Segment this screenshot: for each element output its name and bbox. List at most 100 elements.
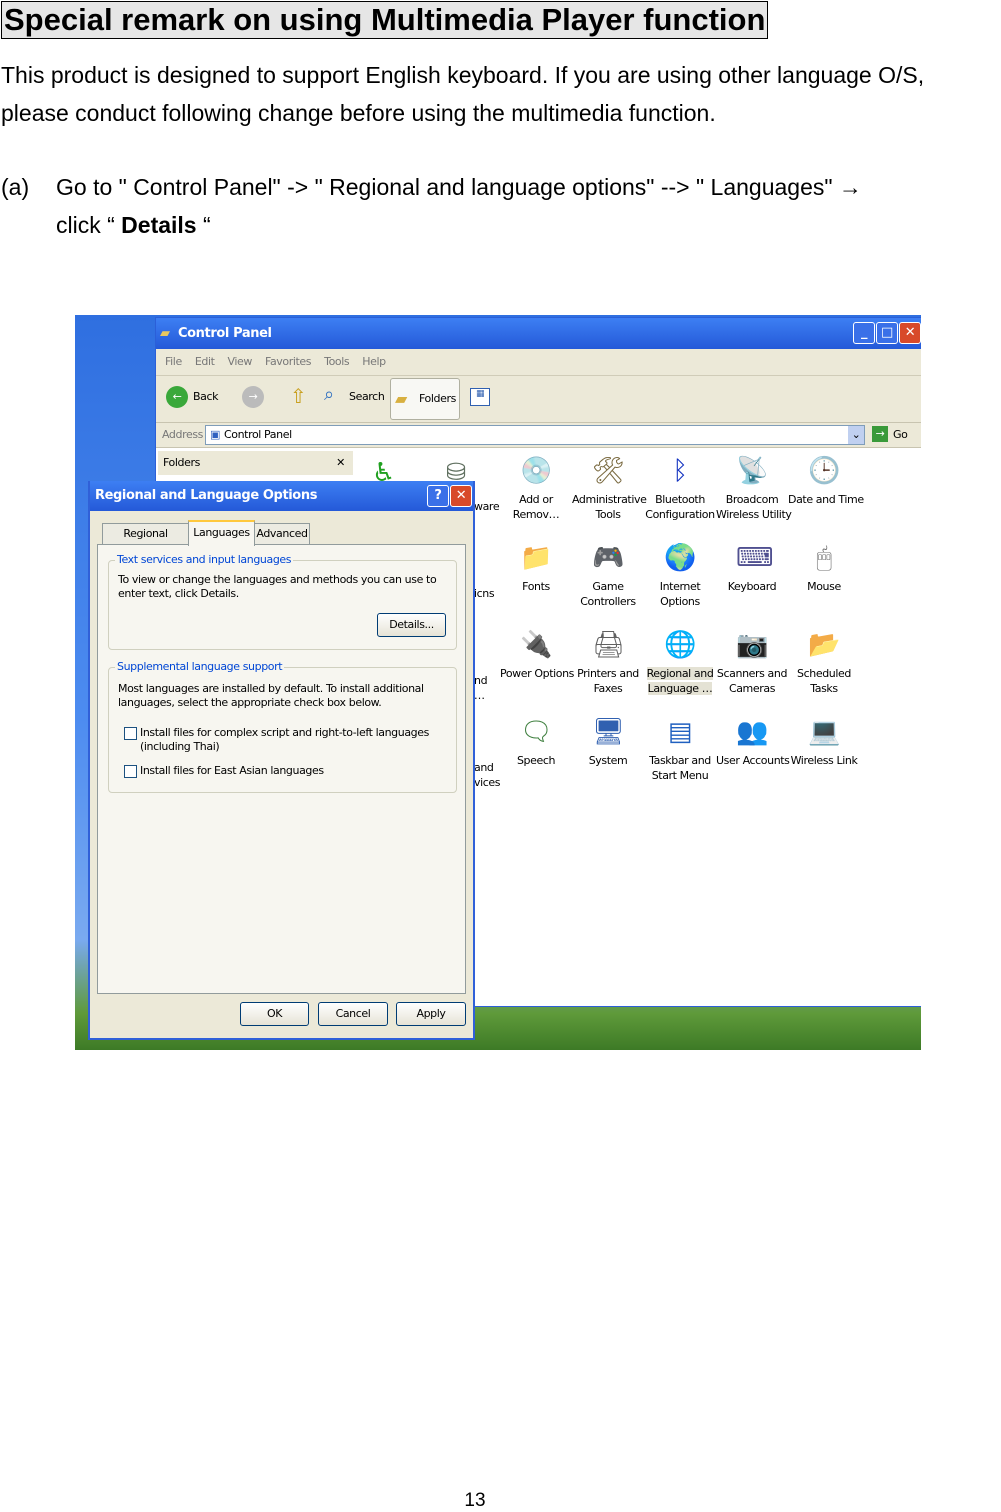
menu-bar: File Edit View Favorites Tools Help [156,349,921,376]
control-panel-item[interactable]: 🗨 Speech [500,715,572,768]
control-panel-titlebar: ▰ Control Panel _ □ ✕ [156,318,921,349]
address-label: Address [162,428,204,441]
screenshot: ▰ Control Panel _ □ ✕ File Edit View Favorit… [75,315,921,1050]
step-text: “ [196,212,211,238]
control-panel-item[interactable]: 🖥 System [572,715,644,768]
menu-edit[interactable]: Edit [195,355,215,368]
control-panel-item[interactable]: 🔌 Power Options [500,628,574,681]
control-panel-item[interactable]: 🖨 Printers and Faxes [572,628,644,696]
dialog-close-button[interactable]: ✕ [450,485,472,507]
supplemental-language-group: Supplemental language support Most langu… [108,660,460,793]
back-button[interactable]: Back [193,390,219,403]
back-arrow-icon[interactable]: ← [166,386,188,408]
step-line-1: Go to " Control Panel" -> " Regional and… [56,174,862,200]
checkbox-label: Install files for East Asian languages [140,764,324,777]
address-value: Control Panel [224,428,292,441]
partial-item-label: and vices [474,761,501,789]
control-panel-item[interactable]: 💿 Add or Remov… [500,454,572,522]
item-label: Game Controllers [580,580,636,608]
apply-button[interactable]: Apply [396,1002,466,1026]
help-button[interactable]: ? [427,485,449,507]
close-button[interactable]: ✕ [899,322,921,344]
control-panel-item[interactable]: 📁 Fonts [500,541,572,594]
control-panel-item[interactable]: 🕒 Date and Time [788,454,864,507]
folder-icon: ▰ [160,326,170,341]
menu-view[interactable]: View [228,355,253,368]
item-label: Scheduled Tasks [797,667,851,695]
tab-regional-options[interactable]: Regional Options [102,523,189,560]
folders-pane-header: Folders ✕ [158,451,353,475]
cancel-button[interactable]: Cancel [318,1002,388,1026]
checkbox[interactable] [124,727,137,740]
control-panel-item[interactable]: 👥 User Accounts [716,715,790,768]
internet-options-icon: 🌍 [664,543,696,573]
minimize-button[interactable]: _ [853,322,875,344]
control-panel-item[interactable]: 🌍 Internet Options [644,541,716,609]
item-label: Date and Time [788,493,864,506]
menu-help[interactable]: Help [362,355,386,368]
power-options-icon: 🔌 [520,630,552,660]
dialog-title: Regional and Language Options [95,488,318,503]
search-icon[interactable]: ⌕ [324,384,334,405]
group-legend: Supplemental language support [115,660,285,673]
item-label: Power Options [500,667,574,680]
dialog-titlebar: Regional and Language Options ? ✕ [90,481,473,511]
go-arrow-icon[interactable]: → [872,426,888,442]
maximize-button[interactable]: □ [876,322,898,344]
folders-button[interactable]: ▰ Folders [390,378,460,420]
forward-arrow-icon[interactable]: → [242,386,264,408]
toolbar: ← Back → ⇧ ⌕ Search ▰ Folders ▦ [156,376,921,423]
complex-script-checkbox[interactable]: Install files for complex script and rig… [124,726,460,754]
control-panel-item[interactable]: 📂 Scheduled Tasks [788,628,860,696]
group-legend: Text services and input languages [115,553,294,566]
step-marker: (a) [1,174,30,200]
page-number: 13 [464,1490,486,1511]
control-panel-item[interactable]: 🖱 Mouse [788,541,860,594]
chevron-down-icon[interactable]: ⌄ [848,426,864,444]
search-button[interactable]: Search [349,390,385,403]
east-asian-checkbox[interactable]: Install files for East Asian languages [124,764,324,778]
control-panel-item[interactable]: ▤ Taskbar and Start Menu [644,715,716,783]
speech-icon: 🗨 [520,717,553,747]
system-icon: 🖥 [592,717,625,747]
wireless-utility-icon: 📡 [736,456,768,486]
checkbox-label: Install files for complex script and rig… [140,726,429,753]
menu-favorites[interactable]: Favorites [265,355,311,368]
address-bar: Address ▣ Control Panel ⌄ → Go [156,423,921,448]
ok-button[interactable]: OK [240,1002,309,1026]
add-remove-programs-icon: 💿 [520,456,552,486]
step-line-2: click “ Details “ [56,212,211,239]
menu-tools[interactable]: Tools [324,355,350,368]
languages-tab-panel: Text services and input languages To vie… [97,544,466,994]
details-button[interactable]: Details... [377,613,446,637]
control-panel-item[interactable]: 📷 Scanners and Cameras [716,628,788,696]
tab-languages[interactable]: Languages [188,520,255,546]
control-panel-item[interactable]: 🌐 Regional and Language … [644,628,716,696]
control-panel-item[interactable]: 💻 Wireless Link [788,715,860,768]
control-panel-item[interactable]: 🎮 Game Controllers [572,541,644,609]
checkbox[interactable] [124,765,137,778]
close-pane-icon[interactable]: ✕ [336,451,345,475]
administrative-tools-icon: 🛠 [592,456,625,486]
item-label: Administrative Tools [572,493,647,521]
tab-advanced[interactable]: Advanced [254,523,310,544]
mouse-icon: 🖱 [816,543,832,573]
views-icon[interactable]: ▦ [470,388,490,406]
control-panel-item[interactable]: ⌨ Keyboard [716,541,788,594]
control-panel-item[interactable]: 🛠 Administrative Tools [572,454,647,522]
details-emphasis: Details [121,212,197,238]
item-label: Bluetooth Configuration [645,493,715,521]
step-text: click “ [56,212,122,238]
menu-file[interactable]: File [165,355,182,368]
control-panel-item[interactable]: ᛒ Bluetooth Configuration [644,454,716,522]
item-label: Internet Options [659,580,701,608]
item-label: Wireless Link [790,754,858,767]
item-label: Add or Remov… [512,493,560,521]
go-button[interactable]: Go [893,423,908,447]
address-input[interactable]: ▣ Control Panel ⌄ [205,425,865,445]
group-text: Most languages are installed by default.… [118,682,424,709]
control-panel-item[interactable]: 📡 Broadcom Wireless Utility [716,454,792,522]
item-label: Printers and Faxes [577,667,639,695]
folder-icon: ▰ [395,389,407,408]
up-folder-icon[interactable]: ⇧ [290,384,307,408]
